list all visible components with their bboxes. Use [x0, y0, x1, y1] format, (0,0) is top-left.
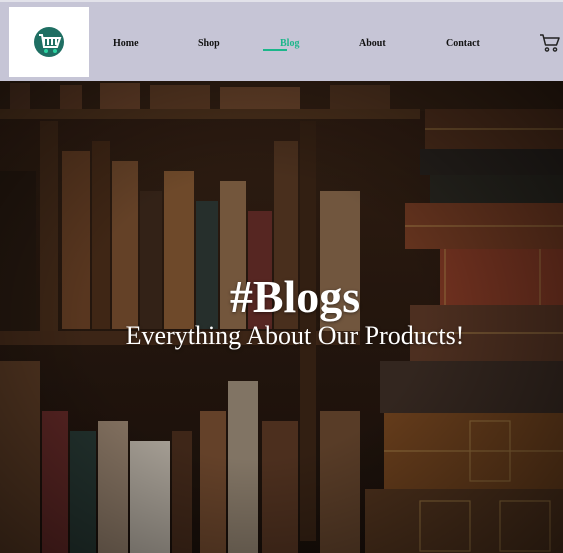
hero-title: #Blogs	[229, 271, 361, 322]
nav-blog-link[interactable]: Blog	[280, 38, 299, 49]
hero-subtitle: Everything About Our Products!	[125, 321, 465, 350]
nav-contact-link[interactable]: Contact	[446, 38, 480, 49]
hero-banner: #Blogs Everything About Our Products!	[0, 81, 563, 553]
main-nav: Home Shop Blog About Contact	[0, 38, 563, 54]
active-nav-underline	[263, 49, 287, 51]
nav-home-link[interactable]: Home	[113, 38, 139, 49]
cart-icon[interactable]	[539, 33, 561, 58]
nav-shop-link[interactable]: Shop	[198, 38, 220, 49]
nav-about-link[interactable]: About	[359, 38, 386, 49]
site-header: Home Shop Blog About Contact	[0, 0, 563, 81]
